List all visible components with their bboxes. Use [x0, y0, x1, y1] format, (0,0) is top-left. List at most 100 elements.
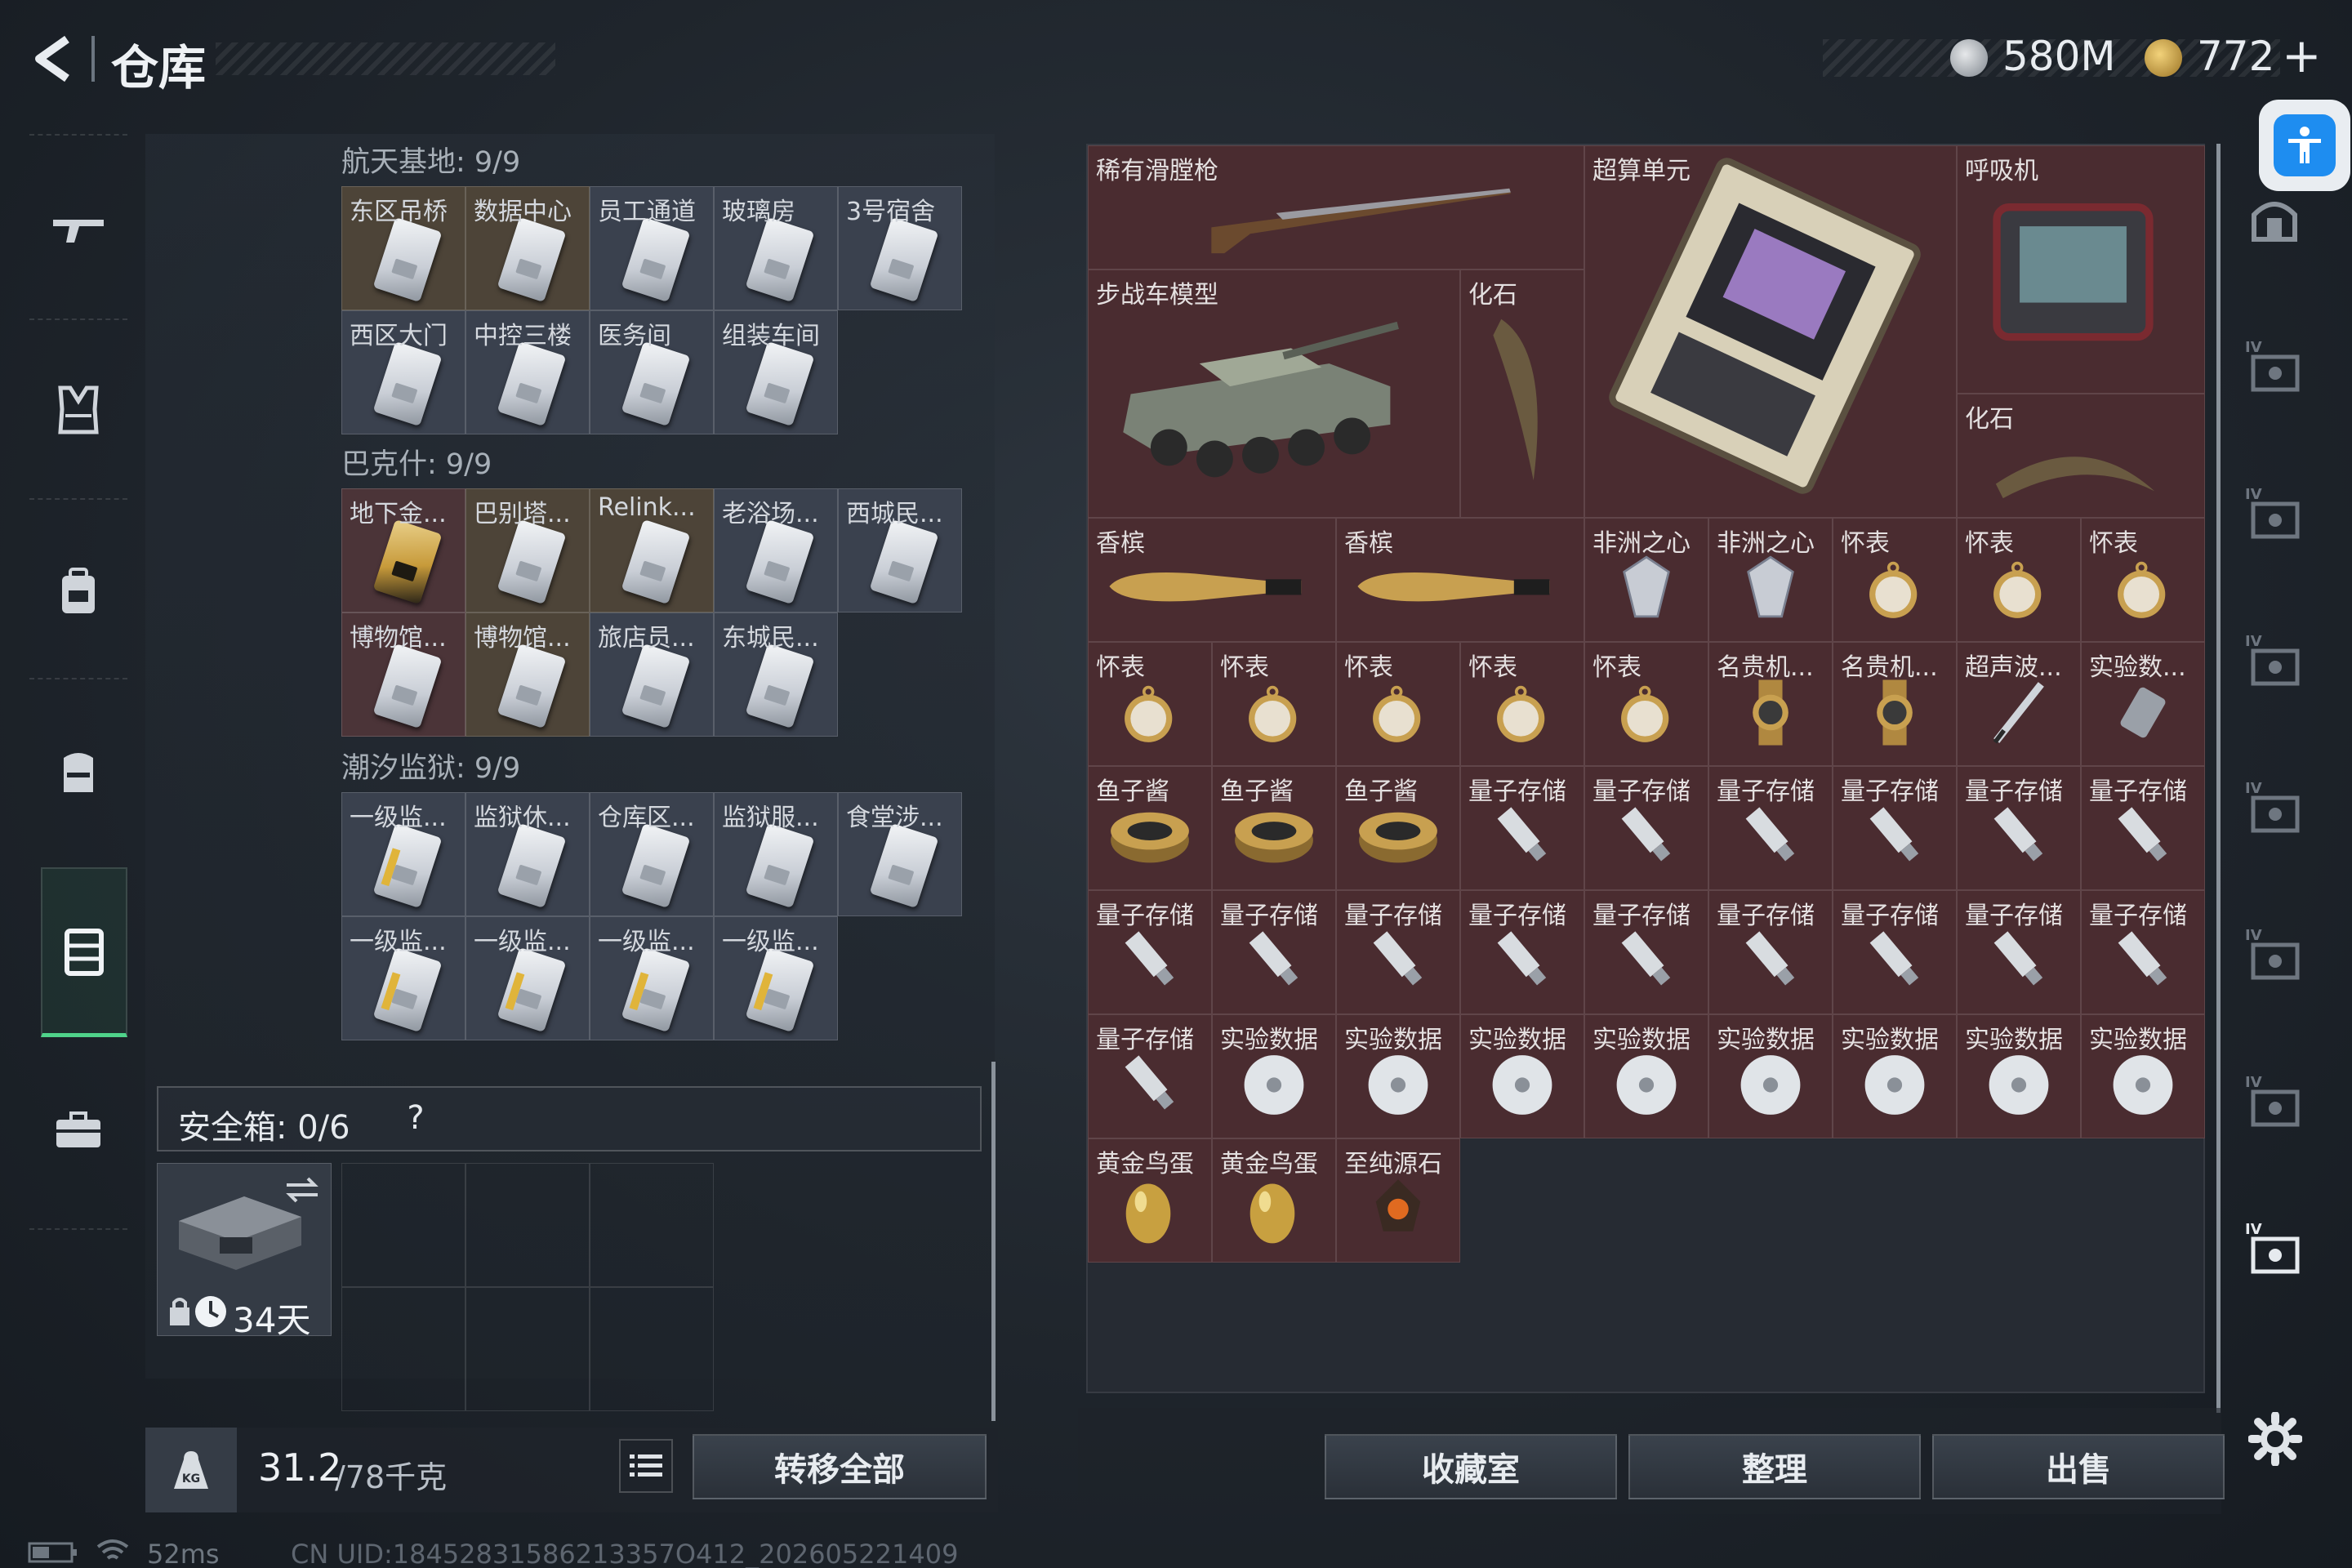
nav-briefcase[interactable]	[29, 1081, 127, 1179]
inventory-item-usb[interactable]: 量子存储	[2081, 890, 2205, 1014]
inventory-item-disc[interactable]: 实验数据	[1460, 1014, 1584, 1138]
nav-storage-active[interactable]	[41, 867, 127, 1037]
inventory-item-champagne[interactable]: 香槟	[1088, 518, 1336, 642]
keycard-slot[interactable]: 监狱休...	[466, 792, 590, 916]
inventory-item-egg[interactable]: 黄金鸟蛋	[1088, 1138, 1212, 1263]
keycard-slot[interactable]: 一级监...	[466, 916, 590, 1040]
keycard-slot[interactable]: 西区大门	[341, 310, 466, 434]
right-nav-item[interactable]: IV	[2234, 1209, 2315, 1290]
inventory-item-watch[interactable]: 怀表	[2081, 518, 2205, 642]
inventory-item-fossil2[interactable]: 化石	[1957, 394, 2205, 518]
right-nav-item[interactable]: IV	[2234, 621, 2315, 702]
inventory-item-caviar[interactable]: 鱼子酱	[1336, 766, 1460, 890]
inventory-item-caviar[interactable]: 鱼子酱	[1212, 766, 1336, 890]
inventory-item-disc[interactable]: 实验数据	[1957, 1014, 2081, 1138]
inventory-item-usb[interactable]: 量子存储	[1584, 890, 1708, 1014]
inventory-item-usb[interactable]: 量子存储	[1833, 890, 1957, 1014]
inventory-item-watch[interactable]: 怀表	[1336, 642, 1460, 766]
settings-button[interactable]	[2241, 1405, 2310, 1473]
keycard-slot[interactable]: 地下金...	[341, 488, 466, 612]
inventory-item-usb[interactable]: 量子存储	[1833, 766, 1957, 890]
inventory-item-usb[interactable]: 量子存储	[2081, 766, 2205, 890]
inventory-item-usb[interactable]: 量子存储	[1088, 1014, 1212, 1138]
inventory-item-usb[interactable]: 量子存储	[1708, 890, 1833, 1014]
inventory-item-wristwatch[interactable]: 名贵机...	[1708, 642, 1833, 766]
inventory-item-usb[interactable]: 量子存储	[1460, 766, 1584, 890]
right-nav-item[interactable]: IV	[2234, 915, 2315, 996]
inventory-item-gem[interactable]: 至纯源石	[1336, 1138, 1460, 1263]
safe-slot[interactable]	[341, 1287, 466, 1411]
inventory-item-usb[interactable]: 量子存储	[1957, 890, 2081, 1014]
inventory-item-egg[interactable]: 黄金鸟蛋	[1212, 1138, 1336, 1263]
inventory-item-usb[interactable]: 量子存储	[1088, 890, 1212, 1014]
nav-weapon[interactable]	[29, 181, 127, 279]
inventory-item-device[interactable]: 实验数...	[2081, 642, 2205, 766]
keycard-slot[interactable]: 巴别塔...	[466, 488, 590, 612]
right-nav-item[interactable]: IV	[2234, 474, 2315, 555]
safe-slot[interactable]	[466, 1287, 590, 1411]
sort-button[interactable]: 整理	[1628, 1434, 1921, 1499]
accessibility-button[interactable]	[2259, 100, 2350, 191]
inventory-item-watch[interactable]: 怀表	[1212, 642, 1336, 766]
inventory-item-usb[interactable]: 量子存储	[1212, 890, 1336, 1014]
right-nav-item[interactable]: IV	[2234, 1062, 2315, 1143]
inventory-item-champagne[interactable]: 香槟	[1336, 518, 1584, 642]
inventory-item-disc[interactable]: 实验数据	[1336, 1014, 1460, 1138]
inventory-item-disc[interactable]: 实验数据	[1833, 1014, 1957, 1138]
back-button[interactable]	[24, 29, 83, 88]
safe-slot[interactable]	[466, 1163, 590, 1287]
keycard-slot[interactable]: 西城民...	[838, 488, 962, 612]
inventory-scrollbar[interactable]	[2216, 144, 2221, 1413]
inventory-item-usb[interactable]: 量子存储	[1708, 766, 1833, 890]
inventory-item-rifle[interactable]: 稀有滑膛枪	[1088, 145, 1584, 270]
keycard-slot[interactable]: 博物馆...	[466, 612, 590, 737]
inventory-item-usb[interactable]: 量子存储	[1460, 890, 1584, 1014]
inventory-item-disc[interactable]: 实验数据	[2081, 1014, 2205, 1138]
keycard-slot[interactable]: 东区吊桥	[341, 186, 466, 310]
list-view-button[interactable]	[619, 1439, 673, 1493]
keycard-slot[interactable]: 医务间	[590, 310, 714, 434]
transfer-all-button[interactable]: 转移全部	[693, 1434, 987, 1499]
inventory-item-board[interactable]: 超算单元	[1584, 145, 1957, 518]
keycard-slot[interactable]: Relink...	[590, 488, 714, 612]
inventory-item-tank[interactable]: 步战车模型	[1088, 270, 1460, 518]
inventory-item-diamond[interactable]: 非洲之心	[1584, 518, 1708, 642]
keycard-slot[interactable]: 老浴场...	[714, 488, 838, 612]
safe-box-case[interactable]: 34天	[157, 1163, 332, 1340]
inventory-item-disc[interactable]: 实验数据	[1708, 1014, 1833, 1138]
inventory-item-disc[interactable]: 实验数据	[1584, 1014, 1708, 1138]
keycard-slot[interactable]: 食堂涉...	[838, 792, 962, 916]
inventory-item-usb[interactable]: 量子存储	[1584, 766, 1708, 890]
nav-vest[interactable]	[29, 361, 127, 459]
keycard-slot[interactable]: 一级监...	[590, 916, 714, 1040]
keycard-slot[interactable]: 博物馆...	[341, 612, 466, 737]
nav-backpack[interactable]	[29, 542, 127, 640]
inventory-item-fossil[interactable]: 化石	[1460, 270, 1584, 518]
keycard-slot[interactable]: 一级监...	[714, 916, 838, 1040]
keycard-slot[interactable]: 员工通道	[590, 186, 714, 310]
inventory-item-caviar[interactable]: 鱼子酱	[1088, 766, 1212, 890]
nav-rig[interactable]	[29, 722, 127, 820]
inventory-item-usb[interactable]: 量子存储	[1957, 766, 2081, 890]
keycard-slot[interactable]: 中控三楼	[466, 310, 590, 434]
collection-room-button[interactable]: 收藏室	[1325, 1434, 1617, 1499]
currency2-add-button[interactable]: +	[2282, 28, 2322, 83]
keycard-slot[interactable]: 旅店员...	[590, 612, 714, 737]
inventory-item-watch[interactable]: 怀表	[1833, 518, 1957, 642]
keycard-slot[interactable]: 组装车间	[714, 310, 838, 434]
keycard-slot[interactable]: 数据中心	[466, 186, 590, 310]
keycard-slot[interactable]: 东城民...	[714, 612, 838, 737]
safe-box-help-button[interactable]: ?	[395, 1098, 436, 1138]
inventory-item-disc[interactable]: 实验数据	[1212, 1014, 1336, 1138]
right-nav-item[interactable]: IV	[2234, 327, 2315, 408]
keycard-slot[interactable]: 监狱服...	[714, 792, 838, 916]
inventory-item-wristwatch[interactable]: 名贵机...	[1833, 642, 1957, 766]
right-nav-item[interactable]	[2234, 180, 2315, 261]
keycard-scrollbar[interactable]	[991, 1062, 996, 1421]
inventory-item-ventilator[interactable]: 呼吸机	[1957, 145, 2205, 394]
inventory-item-diamond[interactable]: 非洲之心	[1708, 518, 1833, 642]
inventory-item-watch[interactable]: 怀表	[1584, 642, 1708, 766]
inventory-item-usb[interactable]: 量子存储	[1336, 890, 1460, 1014]
safe-slot[interactable]	[341, 1163, 466, 1287]
keycard-slot[interactable]: 3号宿舍	[838, 186, 962, 310]
